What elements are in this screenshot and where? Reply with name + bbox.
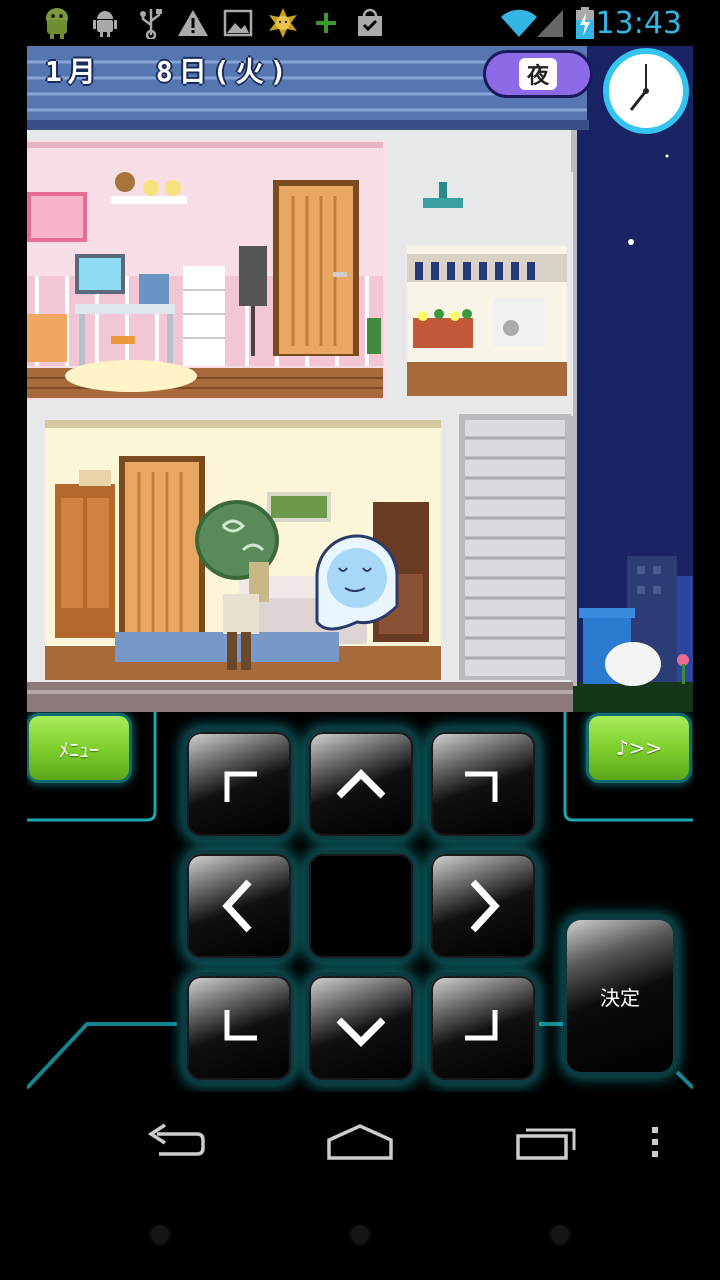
dpad-left-button[interactable] [187,854,291,958]
hardware-dot-left [151,1226,169,1244]
wifi-icon [500,6,538,40]
dpad-down-left-button[interactable] [187,976,291,1080]
sun-badge-icon [266,6,300,40]
signal-icon [536,6,564,40]
image-icon [222,6,254,40]
dpad-up-button[interactable] [309,732,413,836]
status-time: 13:43 [595,6,682,41]
clock-icon [603,48,689,134]
corner-down-left-icon [224,1010,257,1041]
menu-button-label: ﾒﾆｭｰ [59,737,99,762]
corner-down-right-icon [465,1010,498,1041]
dpad-down-right-button[interactable] [431,976,535,1080]
virtual-controller: ﾒﾆｭｰ ♪>> 決定 [27,712,693,1092]
dpad-center-button[interactable] [309,854,413,958]
status-bar: 13:43 [0,0,720,46]
chevron-up-icon [336,769,386,799]
hardware-dot-center [351,1226,369,1244]
music-skip-label: ♪>> [615,736,663,760]
game-scene[interactable]: 1月 8日(火) 夜 [27,46,693,712]
chevron-left-icon [222,879,252,933]
dpad-up-right-button[interactable] [431,732,535,836]
corner-up-right-icon [465,771,498,802]
time-of-day-badge: 夜 [483,50,593,98]
android-debug-icon [90,6,120,40]
warning-icon [176,6,210,40]
recent-apps-icon [516,1128,576,1160]
date-display: 1月 8日(火) [45,50,292,90]
home-icon [327,1124,393,1160]
back-button[interactable] [130,1112,220,1172]
chevron-right-icon [470,879,500,933]
usb-icon [138,6,164,40]
plus-icon [314,6,338,40]
overflow-menu-button[interactable] [640,1112,670,1172]
battery-charging-icon [574,6,596,40]
back-icon [147,1123,205,1156]
shopping-bag-check-icon [354,6,386,40]
confirm-button[interactable]: 決定 [567,920,673,1072]
corner-up-left-icon [224,771,257,802]
confirm-button-label: 決定 [600,985,640,1010]
android-robot-icon [40,6,74,40]
chevron-down-icon [336,1017,386,1047]
hardware-dot-right [551,1226,569,1244]
time-of-day-label: 夜 [518,58,557,90]
date-day: 8日(火) [155,55,293,88]
overflow-menu-icon [652,1127,658,1157]
dpad-down-button[interactable] [309,976,413,1080]
date-month: 1月 [45,55,102,88]
navigation-bar [0,1092,720,1192]
dpad-right-button[interactable] [431,854,535,958]
dpad-up-left-button[interactable] [187,732,291,836]
menu-button[interactable]: ﾒﾆｭｰ [29,716,129,780]
recent-apps-button[interactable] [504,1112,590,1172]
music-skip-button[interactable]: ♪>> [589,716,689,780]
home-button[interactable] [314,1112,406,1172]
